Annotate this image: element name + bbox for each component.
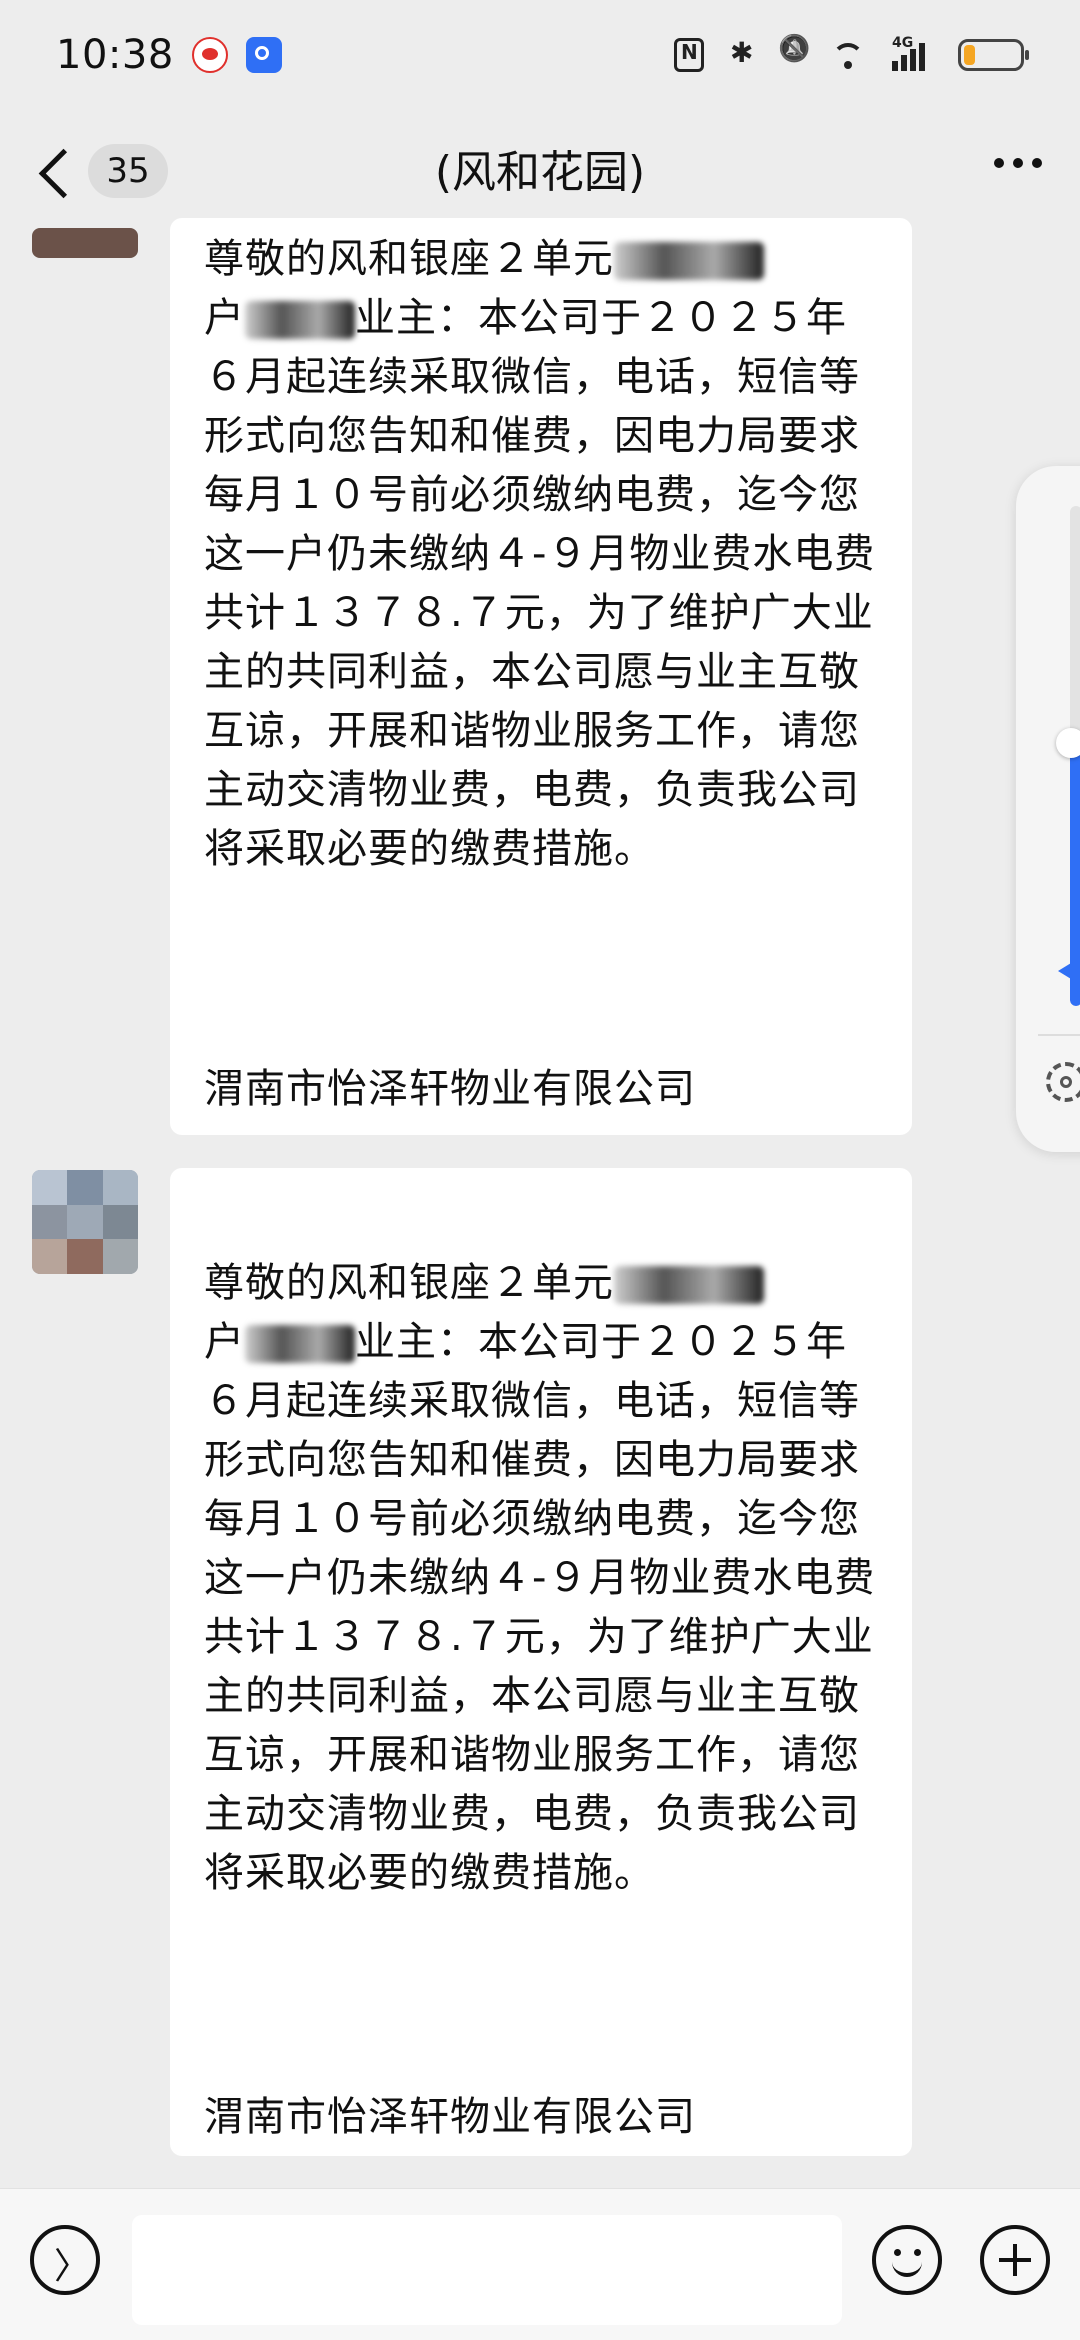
- message-signature: 渭南市怡泽轩物业有限公司: [204, 1066, 696, 1112]
- redacted-mark: [245, 301, 355, 339]
- redacted-mark: [614, 1266, 764, 1304]
- network-label: 4G: [892, 35, 914, 51]
- status-right: 4G: [674, 35, 1029, 72]
- message-text-segment: 尊敬的风和银座２单元: [204, 1260, 614, 1306]
- redacted-mark: [614, 242, 764, 280]
- plus-icon[interactable]: [980, 2225, 1050, 2295]
- redacted-mark: [245, 1325, 355, 1363]
- message-text: 尊敬的风和银座２单元 户 业主：本公司于２０２５年 ６月起连续采取微信，电话，短信…: [204, 1254, 878, 1903]
- bluetooth-icon: [726, 36, 756, 70]
- message-text-segment: 业主：本公司于２０２５年: [355, 1319, 847, 1365]
- more-icon[interactable]: [994, 158, 1042, 168]
- chat-title: (风和花园): [434, 147, 646, 198]
- status-time: 10:38: [56, 32, 174, 78]
- weibo-icon: [191, 37, 228, 73]
- mute-icon: [778, 40, 808, 70]
- signal-icon: 4G: [892, 35, 936, 71]
- volume-panel: [1016, 466, 1080, 1152]
- status-left: 10:38: [56, 32, 282, 78]
- divider: [1038, 1034, 1080, 1036]
- app-notification-icon: [245, 37, 282, 73]
- status-bar: 10:38 4G: [0, 0, 1080, 110]
- chat-header: 35 (风和花园): [0, 118, 1080, 228]
- wifi-icon: [830, 39, 870, 71]
- voice-icon[interactable]: [30, 2225, 100, 2295]
- message-text-segment: 尊敬的风和银座２单元: [204, 236, 614, 282]
- message-text-segment: ６月起连续采取微信，电话，短信等形式向您告知和催费，因电力局要求每月１０号前必须…: [204, 354, 876, 872]
- nfc-icon: [674, 38, 704, 72]
- battery-level: [964, 45, 975, 65]
- message-text: 尊敬的风和银座２单元 户 业主：本公司于２０２５年 ６月起连续采取微信，电话，短信…: [204, 230, 878, 879]
- volume-icon[interactable]: [1054, 956, 1080, 986]
- input-bar: [0, 2188, 1080, 2340]
- avatar[interactable]: [32, 1170, 138, 1274]
- settings-icon[interactable]: [1046, 1062, 1080, 1102]
- message-text-segment: 户: [204, 1319, 245, 1365]
- emoji-icon[interactable]: [872, 2225, 942, 2295]
- avatar[interactable]: [32, 228, 138, 258]
- message-input[interactable]: [132, 2215, 842, 2325]
- volume-slider-thumb[interactable]: [1056, 728, 1080, 758]
- message-text-segment: ６月起连续采取微信，电话，短信等形式向您告知和催费，因电力局要求每月１０号前必须…: [204, 1378, 876, 1896]
- message-bubble[interactable]: 尊敬的风和银座２单元 户 业主：本公司于２０２５年 ６月起连续采取微信，电话，短信…: [170, 1168, 912, 2156]
- message-text-segment: 业主：本公司于２０２５年: [355, 295, 847, 341]
- message-text-segment: 户: [204, 295, 245, 341]
- message-bubble[interactable]: 尊敬的风和银座２单元 户 业主：本公司于２０２５年 ６月起连续采取微信，电话，短信…: [170, 218, 912, 1135]
- message-signature: 渭南市怡泽轩物业有限公司: [204, 2094, 696, 2140]
- battery-icon: [958, 39, 1029, 71]
